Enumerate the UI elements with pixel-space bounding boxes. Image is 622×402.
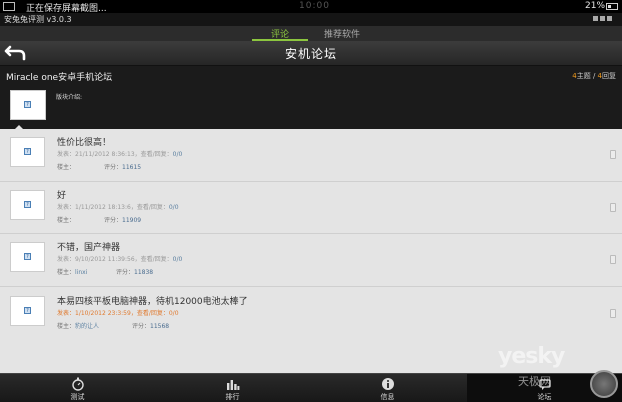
forum-thumbnail: ? — [10, 90, 46, 120]
posted-time: 21/11/2012 8:36:13 — [75, 151, 135, 158]
overflow-menu-icon[interactable] — [593, 16, 613, 22]
select-checkbox[interactable] — [610, 255, 616, 264]
status-bar: 正在保存屏幕截图... 10:00 21% — [0, 0, 622, 14]
views-value: 0/0 — [168, 204, 179, 211]
score-label: 评分： — [104, 164, 123, 171]
post-owner: 楼主：linxi — [57, 267, 87, 276]
post-list: ? 性价比很高！ 发表：21/11/2012 8:36:13，查看/回复：0/0… — [0, 129, 622, 373]
post-thumbnail: ? — [10, 190, 45, 220]
image-notification-icon — [3, 2, 15, 11]
select-checkbox[interactable] — [610, 309, 616, 318]
post-title: 不错，国产神器 — [57, 243, 121, 253]
views-value: 0/0 — [168, 310, 179, 317]
score-value: 11909 — [122, 217, 142, 224]
status-clock: 10:00 — [299, 1, 330, 11]
app-bar: 安兔兔评测 v3.0.3 — [0, 13, 622, 26]
watermark-logo: yesky — [498, 344, 565, 369]
owner-name: linxi — [75, 269, 88, 276]
post-meta: 发表：21/11/2012 8:36:13，查看/回复：0/0 — [57, 149, 182, 158]
info-icon — [381, 378, 394, 390]
tab-bar: 评论 推荐软件 — [0, 26, 622, 41]
views-value: 0/0 — [172, 151, 183, 158]
topic-count-label: 主题 — [576, 72, 591, 80]
post-title: 好 — [57, 191, 67, 201]
reply-count-label: 回复 — [602, 72, 616, 80]
post-row[interactable]: ? 不错，国产神器 发表：9/10/2012 11:39:56，查看/回复：0/… — [0, 234, 622, 287]
nav-test[interactable]: 测试 — [0, 374, 155, 402]
post-title: 性价比很高！ — [57, 138, 112, 148]
missing-image-icon: ? — [24, 201, 31, 208]
battery-icon — [606, 3, 618, 10]
post-owner: 楼主： — [57, 162, 75, 171]
owner-label: 楼主： — [57, 323, 76, 330]
battery-level: 21% — [585, 1, 606, 11]
stopwatch-icon — [71, 377, 84, 391]
page-title: 安机论坛 — [284, 47, 337, 61]
nav-info[interactable]: 信息 — [310, 374, 465, 402]
select-checkbox[interactable] — [610, 203, 616, 212]
forum-name: Miracle one安卓手机论坛 — [6, 73, 113, 83]
owner-label: 楼主： — [57, 217, 76, 224]
post-score: 评分：11909 — [104, 215, 141, 224]
owner-label: 楼主： — [57, 269, 76, 276]
post-meta: 发表：1/11/2012 18:13:6，查看/回复：0/0 — [57, 202, 179, 211]
owner-name: 豹的让人 — [75, 323, 100, 330]
forum-intro-label: 版块介绍: — [56, 94, 83, 101]
tab-recommended-software[interactable]: 推荐软件 — [312, 27, 372, 41]
score-value: 11568 — [150, 323, 170, 330]
post-score: 评分：11615 — [104, 162, 141, 171]
post-meta: 发表：9/10/2012 11:39:56，查看/回复：0/0 — [57, 254, 182, 263]
missing-image-icon: ? — [24, 101, 31, 108]
nav-ranking-label: 排行 — [225, 393, 240, 401]
back-button[interactable] — [3, 43, 29, 63]
post-row[interactable]: ? 性价比很高！ 发表：21/11/2012 8:36:13，查看/回复：0/0… — [0, 129, 622, 182]
app-version: 安兔兔评测 v3.0.3 — [4, 15, 72, 24]
post-thumbnail: ? — [10, 242, 45, 272]
select-checkbox[interactable] — [610, 150, 616, 159]
score-label: 评分： — [104, 217, 123, 224]
posted-label: 发表： — [57, 204, 76, 211]
post-row[interactable]: ? 好 发表：1/11/2012 18:13:6，查看/回复：0/0 楼主： 评… — [0, 182, 622, 234]
post-thumbnail: ? — [10, 296, 45, 326]
post-owner: 楼主： — [57, 215, 75, 224]
score-value: 11615 — [122, 164, 142, 171]
post-thumbnail: ? — [10, 137, 45, 167]
posted-time: 1/11/2012 18:13:6 — [75, 204, 131, 211]
missing-image-icon: ? — [24, 307, 31, 314]
post-owner: 楼主：豹的让人 — [57, 321, 99, 330]
nav-info-label: 信息 — [380, 393, 395, 401]
post-meta: 发表：1/10/2012 23:3:59，查看/回复：0/0 — [57, 308, 179, 317]
views-label: ，查看/回复： — [134, 151, 173, 158]
nav-test-label: 测试 — [70, 393, 85, 401]
back-arrow-icon — [4, 45, 26, 61]
nav-ranking[interactable]: 排行 — [155, 374, 310, 402]
score-label: 评分： — [116, 269, 135, 276]
views-label: ，查看/回复： — [130, 204, 169, 211]
owner-label: 楼主： — [57, 164, 76, 171]
missing-image-icon: ? — [24, 148, 31, 155]
score-label: 评分： — [132, 323, 151, 330]
missing-image-icon: ? — [24, 253, 31, 260]
post-title: 本易四核平板电脑神器，待机12000电池太棒了 — [57, 297, 248, 307]
posted-label: 发表： — [57, 151, 76, 158]
score-value: 11838 — [134, 269, 154, 276]
views-value: 0/0 — [172, 256, 183, 263]
posted-time: 9/10/2012 11:39:56 — [75, 256, 135, 263]
title-bar: 安机论坛 — [0, 41, 622, 65]
bar-chart-icon — [226, 380, 239, 390]
tab-comments[interactable]: 评论 — [252, 27, 308, 41]
floating-assistant-button[interactable] — [590, 370, 618, 398]
views-label: ，查看/回复： — [134, 256, 173, 263]
views-label: ，查看/回复： — [130, 310, 169, 317]
forum-header: Miracle one安卓手机论坛 4主题 / 4回复 ? 版块介绍: — [0, 65, 622, 130]
post-score: 评分：11568 — [132, 321, 169, 330]
posted-label: 发表： — [57, 310, 76, 317]
forum-counts: 4主题 / 4回复 — [572, 72, 616, 80]
post-score: 评分：11838 — [116, 267, 153, 276]
posted-label: 发表： — [57, 256, 76, 263]
posted-time: 1/10/2012 23:3:59 — [75, 310, 131, 317]
watermark-subtitle: 天极网 — [518, 375, 551, 388]
